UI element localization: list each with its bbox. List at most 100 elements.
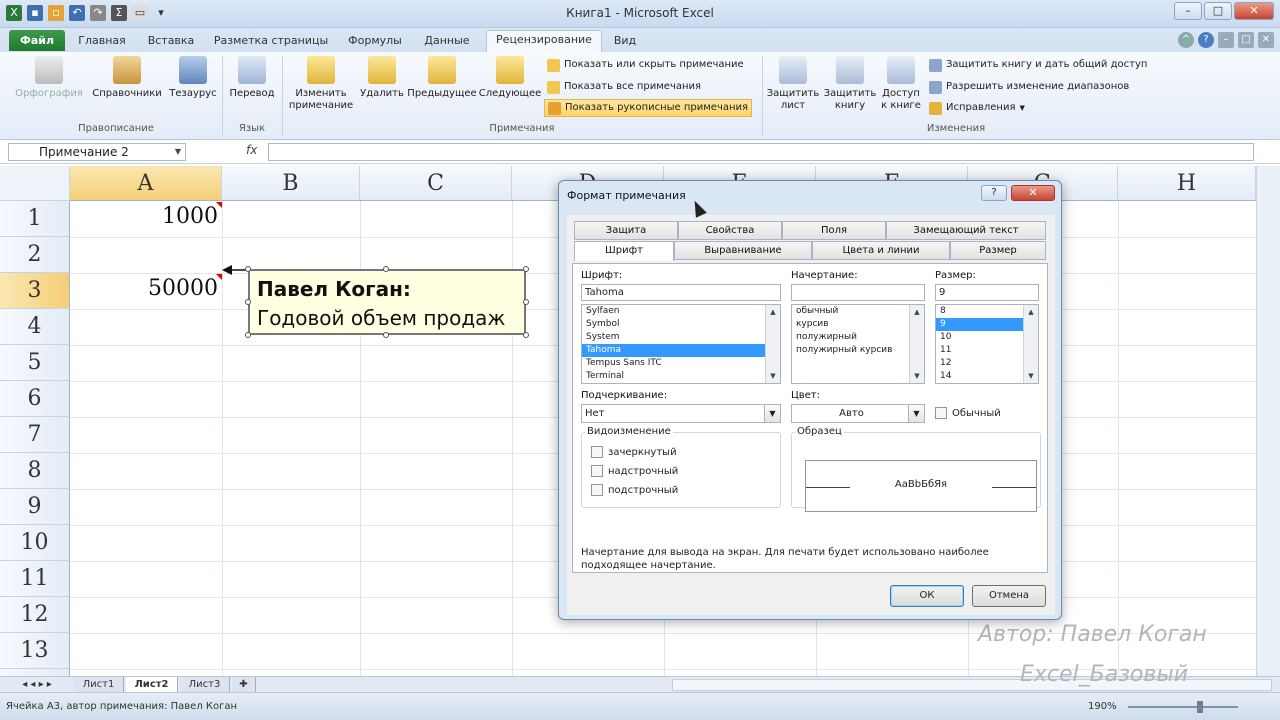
tab-formulas[interactable]: Формулы [342, 32, 408, 52]
thesaurus-button[interactable]: Тезаурус [168, 56, 218, 100]
font-style-list[interactable]: обычный курсив полужирный полужирный кур… [791, 304, 925, 384]
column-header-a[interactable]: A [70, 166, 222, 201]
insert-sheet-icon[interactable]: ✚ [232, 677, 256, 692]
scroll-up-icon[interactable]: ▲ [910, 305, 924, 319]
zoom-level[interactable]: 190% [1088, 697, 1117, 717]
font-style-input[interactable] [791, 284, 925, 301]
scroll-up-icon[interactable]: ▲ [766, 305, 780, 319]
font-option[interactable]: System [582, 331, 780, 344]
cell-a1[interactable]: 1000 [74, 204, 218, 229]
size-list-scrollbar[interactable]: ▲ ▼ [1023, 305, 1038, 383]
column-header-h[interactable]: H [1118, 166, 1256, 201]
track-changes-button[interactable]: Исправления ▼ [926, 99, 1028, 117]
row-header-8[interactable]: 8 [0, 453, 70, 489]
font-list-scrollbar[interactable]: ▲ ▼ [765, 305, 780, 383]
doc-close-icon[interactable]: ✕ [1258, 32, 1274, 48]
row-header-4[interactable]: 4 [0, 309, 70, 345]
chevron-down-icon[interactable]: ▼ [908, 405, 924, 422]
dialog-help-button[interactable]: ? [981, 185, 1007, 201]
font-option[interactable]: Symbol [582, 318, 780, 331]
row-header-7[interactable]: 7 [0, 417, 70, 453]
strikethrough-checkbox[interactable]: зачеркнутый [591, 446, 677, 458]
row-header-9[interactable]: 9 [0, 489, 70, 525]
zoom-slider[interactable] [1128, 706, 1238, 708]
font-option-selected[interactable]: Tahoma [582, 344, 780, 357]
spelling-button[interactable]: Орфография [12, 56, 86, 100]
style-list-scrollbar[interactable]: ▲ ▼ [909, 305, 924, 383]
close-button[interactable]: ✕ [1234, 2, 1274, 20]
tab-protection[interactable]: Защита [574, 221, 678, 240]
tab-view[interactable]: Вид [606, 32, 644, 52]
tab-home[interactable]: Главная [72, 32, 132, 52]
doc-minimize-icon[interactable]: – [1218, 32, 1234, 48]
name-box[interactable]: Примечание 2 ▼ [8, 143, 186, 161]
tab-alt-text[interactable]: Замещающий текст [886, 221, 1046, 240]
fx-button[interactable]: fx [246, 143, 257, 157]
minimize-ribbon-icon[interactable]: ^ [1178, 32, 1194, 48]
show-hide-comment-button[interactable]: Показать или скрыть примечание [544, 56, 747, 74]
normal-font-checkbox[interactable]: Обычный [935, 407, 1001, 419]
tab-file[interactable]: Файл [9, 30, 65, 51]
checkbox-box[interactable] [591, 446, 603, 458]
resize-handle[interactable] [523, 266, 529, 272]
share-workbook-button[interactable]: Доступ к книге [878, 56, 924, 112]
resize-handle[interactable] [245, 266, 251, 272]
tab-data[interactable]: Данные [416, 32, 478, 52]
vertical-scrollbar[interactable] [1256, 166, 1280, 676]
row-header-14[interactable]: 14 [0, 669, 70, 676]
protect-book-button[interactable]: Защитить книгу [822, 56, 878, 112]
tab-colors-lines[interactable]: Цвета и линии [812, 241, 950, 260]
zoom-slider-thumb[interactable] [1196, 701, 1203, 713]
previous-comment-button[interactable]: Предыдущее [406, 56, 478, 100]
translate-button[interactable]: Перевод [226, 56, 278, 100]
comment-box[interactable]: Павел Коган: Годовой объем продаж [248, 269, 526, 335]
row-header-10[interactable]: 10 [0, 525, 70, 561]
sheet-tab-1[interactable]: Лист1 [74, 677, 124, 692]
row-header-1[interactable]: 1 [0, 201, 70, 237]
font-size-list[interactable]: 8 9 10 11 12 14 ▲ ▼ [935, 304, 1039, 384]
select-all-button[interactable] [0, 166, 70, 201]
row-header-6[interactable]: 6 [0, 381, 70, 417]
resize-handle[interactable] [523, 299, 529, 305]
chevron-down-icon[interactable]: ▼ [175, 144, 181, 160]
color-select[interactable]: Авто ▼ [791, 404, 925, 423]
tab-review[interactable]: Рецензирование [486, 30, 602, 52]
cell-a3[interactable]: 50000 [74, 276, 218, 301]
resize-handle[interactable] [245, 332, 251, 338]
protect-sheet-button[interactable]: Защитить лист [766, 56, 820, 112]
scroll-down-icon[interactable]: ▼ [1024, 369, 1038, 383]
edit-comment-button[interactable]: Изменить примечание [286, 56, 356, 112]
row-header-2[interactable]: 2 [0, 237, 70, 273]
minimize-button[interactable]: – [1174, 2, 1202, 20]
ok-button[interactable]: ОК [890, 585, 964, 607]
tab-font[interactable]: Шрифт [574, 241, 674, 261]
scroll-down-icon[interactable]: ▼ [766, 369, 780, 383]
tab-margins[interactable]: Поля [782, 221, 886, 240]
font-list[interactable]: Sylfaen Symbol System Tahoma Tempus Sans… [581, 304, 781, 384]
resize-handle[interactable] [383, 332, 389, 338]
tab-insert[interactable]: Вставка [140, 32, 202, 52]
sheet-nav-arrows-icon[interactable]: ◂ ◂ ▸ ▸ [4, 677, 70, 692]
maximize-button[interactable]: □ [1204, 2, 1232, 20]
row-header-12[interactable]: 12 [0, 597, 70, 633]
resize-handle[interactable] [383, 266, 389, 272]
tab-page-layout[interactable]: Разметка страницы [208, 32, 334, 52]
row-header-3[interactable]: 3 [0, 273, 70, 309]
sheet-tab-2[interactable]: Лист2 [126, 677, 178, 692]
show-all-comments-button[interactable]: Показать все примечания [544, 78, 704, 96]
scroll-up-icon[interactable]: ▲ [1024, 305, 1038, 319]
resize-handle[interactable] [523, 332, 529, 338]
tab-properties[interactable]: Свойства [678, 221, 782, 240]
tab-alignment[interactable]: Выравнивание [674, 241, 812, 260]
references-button[interactable]: Справочники [88, 56, 166, 100]
chevron-down-icon[interactable]: ▼ [764, 405, 780, 422]
style-option[interactable]: обычный [792, 305, 924, 318]
tab-size[interactable]: Размер [950, 241, 1046, 260]
checkbox-box[interactable] [591, 465, 603, 477]
subscript-checkbox[interactable]: подстрочный [591, 484, 678, 496]
allow-edit-ranges-button[interactable]: Разрешить изменение диапазонов [926, 78, 1132, 96]
column-header-c[interactable]: C [360, 166, 512, 201]
superscript-checkbox[interactable]: надстрочный [591, 465, 678, 477]
checkbox-box[interactable] [935, 407, 947, 419]
cancel-button[interactable]: Отмена [972, 585, 1046, 607]
